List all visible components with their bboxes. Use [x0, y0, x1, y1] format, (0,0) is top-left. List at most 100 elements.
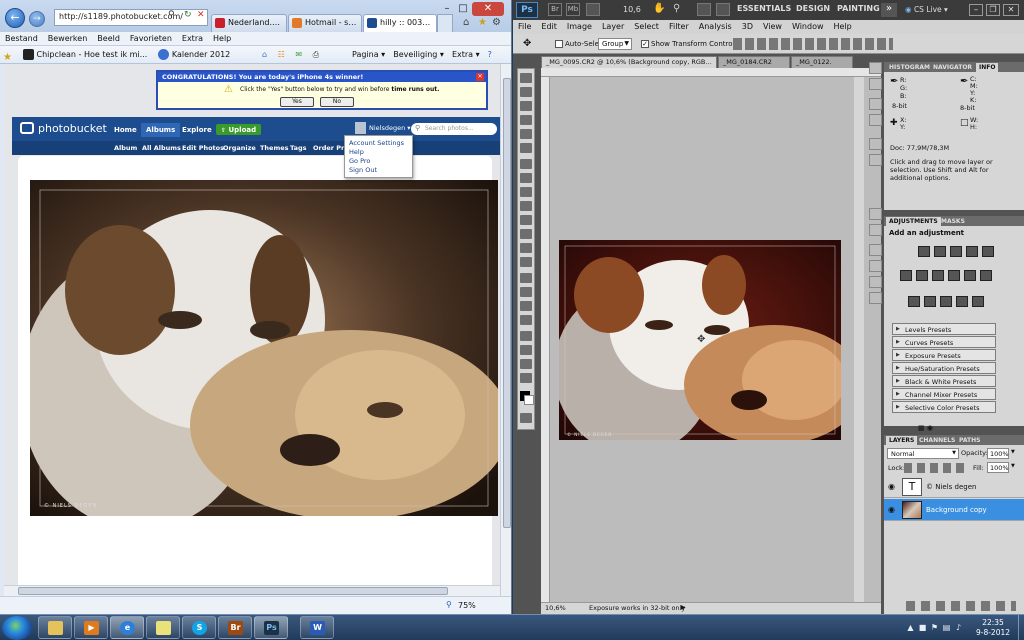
- character-panel-icon[interactable]: [869, 138, 882, 150]
- refresh-icon[interactable]: ↻: [184, 10, 192, 20]
- hue-saturation-presets[interactable]: Hue/Saturation Presets: [892, 362, 996, 374]
- transform-center-icon[interactable]: ✥: [697, 334, 705, 345]
- menu-bewerken[interactable]: Bewerken: [43, 32, 93, 43]
- photo-filter-icon[interactable]: [964, 270, 976, 281]
- network-icon[interactable]: ▤: [942, 623, 951, 632]
- lasso-tool-icon[interactable]: [520, 101, 532, 111]
- layer-name[interactable]: Background copy: [926, 506, 987, 514]
- exposure-presets[interactable]: Exposure Presets: [892, 349, 996, 361]
- transform-controls-checkbox[interactable]: ✓: [641, 40, 649, 48]
- tab-nederland[interactable]: Nederland.FM - ...: [211, 14, 287, 32]
- path-selection-tool-icon[interactable]: [520, 301, 532, 311]
- invert-icon[interactable]: [908, 296, 920, 307]
- zoom-field[interactable]: 10,6: [623, 5, 641, 14]
- avatar[interactable]: [355, 122, 366, 134]
- site-logo[interactable]: photobucket: [38, 122, 107, 135]
- safety-menu[interactable]: Beveiliging ▾: [389, 46, 448, 59]
- quick-mask-icon[interactable]: [520, 413, 532, 423]
- mail-icon[interactable]: ✉: [291, 46, 306, 59]
- blend-mode-dropdown[interactable]: Normal ▼: [887, 448, 959, 459]
- search-icon[interactable]: ⚲: [168, 10, 175, 20]
- selective-color-presets[interactable]: Selective Color Presets: [892, 401, 996, 413]
- curves-presets[interactable]: Curves Presets: [892, 336, 996, 348]
- eraser-tool-icon[interactable]: [520, 215, 532, 225]
- yes-button[interactable]: Yes: [280, 97, 314, 107]
- favorites-star-icon[interactable]: ★: [478, 17, 487, 28]
- favorites-button[interactable]: ★: [0, 49, 17, 63]
- user-menu[interactable]: Nielsdegen ▾: [369, 124, 411, 132]
- home-icon[interactable]: ⌂: [463, 17, 469, 28]
- tab-adjustments[interactable]: ADJUSTMENTS: [886, 217, 941, 226]
- vertical-ruler[interactable]: [541, 77, 550, 602]
- 3d-rotate-tool-icon[interactable]: [520, 331, 532, 341]
- auto-select-checkbox[interactable]: [555, 40, 563, 48]
- minimize-button[interactable]: –: [440, 2, 454, 16]
- tab-navigator[interactable]: NAVIGATOR: [930, 63, 975, 72]
- hand-icon[interactable]: ✋: [653, 3, 667, 16]
- zoom-icon[interactable]: ⚲: [446, 600, 452, 609]
- nav-explore[interactable]: Explore: [177, 123, 217, 137]
- print-icon[interactable]: ⎙: [309, 46, 323, 60]
- no-button[interactable]: No: [320, 97, 354, 107]
- menu-help[interactable]: Help: [349, 148, 364, 156]
- levels-icon[interactable]: [934, 246, 946, 257]
- nav-albums[interactable]: Albums: [141, 123, 181, 137]
- exposure-icon[interactable]: [966, 246, 978, 257]
- view-extras-icon[interactable]: [586, 3, 600, 16]
- color-balance-icon[interactable]: [916, 270, 928, 281]
- start-button[interactable]: [2, 616, 32, 640]
- brightness-contrast-icon[interactable]: [918, 246, 930, 257]
- hand-tool-icon[interactable]: [520, 359, 532, 369]
- chevron-down-icon[interactable]: ▼: [1011, 463, 1015, 469]
- menu-help[interactable]: Help: [829, 20, 857, 31]
- new-tab-button[interactable]: [437, 14, 453, 32]
- minimize-button[interactable]: –: [969, 4, 983, 16]
- menu-select[interactable]: Select: [629, 20, 664, 31]
- scrollbar-thumb[interactable]: [503, 78, 511, 528]
- gear-icon[interactable]: ⚙: [492, 17, 501, 28]
- zoom-level[interactable]: 75%: [458, 601, 476, 610]
- canvas-scrollbar[interactable]: [854, 77, 864, 602]
- tab-layers[interactable]: LAYERS: [886, 436, 918, 445]
- healing-brush-tool-icon[interactable]: [520, 159, 532, 169]
- eyedropper-tool-icon[interactable]: [520, 143, 532, 153]
- nav-home[interactable]: Home: [109, 123, 142, 137]
- action-center-icon[interactable]: ⚑: [930, 623, 939, 632]
- history-brush-tool-icon[interactable]: [520, 201, 532, 211]
- menu-edit[interactable]: Edit: [536, 20, 562, 31]
- black-white-presets[interactable]: Black & White Presets: [892, 375, 996, 387]
- move-tool-icon[interactable]: [520, 73, 532, 83]
- scale-icon[interactable]: [932, 270, 944, 281]
- animation-panel-icon[interactable]: [869, 292, 882, 304]
- visibility-eye-icon[interactable]: ◉: [888, 505, 895, 514]
- selective-color-icon[interactable]: [972, 296, 984, 307]
- shape-tool-icon[interactable]: [520, 315, 532, 325]
- tray-app-icon[interactable]: ■: [918, 623, 927, 632]
- tab-photobucket[interactable]: hilly :: 003.jp...: [363, 14, 437, 32]
- menu-go-pro[interactable]: Go Pro: [349, 157, 370, 165]
- back-button[interactable]: ←: [5, 8, 25, 28]
- pen-tool-icon[interactable]: [520, 273, 532, 283]
- doc-tab-0122[interactable]: _MG_0122.: [791, 56, 853, 68]
- bridge-icon[interactable]: Br: [548, 3, 562, 16]
- eyedropper-icon[interactable]: ✒: [890, 76, 898, 87]
- taskbar-photoshop[interactable]: Ps: [254, 616, 288, 639]
- brush-tool-icon[interactable]: [520, 173, 532, 183]
- lock-buttons[interactable]: [904, 463, 964, 473]
- subnav-organize[interactable]: Organize: [219, 141, 260, 152]
- levels-presets[interactable]: Levels Presets: [892, 323, 996, 335]
- swatches-panel-icon[interactable]: [869, 224, 882, 236]
- brush-panel-icon[interactable]: [869, 98, 882, 110]
- eyedropper-icon[interactable]: ✒: [960, 76, 968, 87]
- taskbar-skype[interactable]: S: [182, 616, 216, 639]
- more-workspaces-button[interactable]: »: [881, 3, 897, 17]
- type-tool-icon[interactable]: [520, 287, 532, 297]
- layer-name[interactable]: © Niels degen: [926, 483, 976, 491]
- close-button[interactable]: ✕: [472, 2, 504, 16]
- doc-tab-0184[interactable]: _MG_0184.CR2: [718, 56, 790, 68]
- layers-footer-buttons[interactable]: [906, 601, 1016, 611]
- adjustments-footer-icons[interactable]: ▦ ◉: [918, 424, 933, 432]
- menu-favorieten[interactable]: Favorieten: [125, 32, 177, 43]
- tab-paths[interactable]: PATHS: [956, 436, 983, 445]
- taskbar-sticky-notes[interactable]: [146, 616, 180, 639]
